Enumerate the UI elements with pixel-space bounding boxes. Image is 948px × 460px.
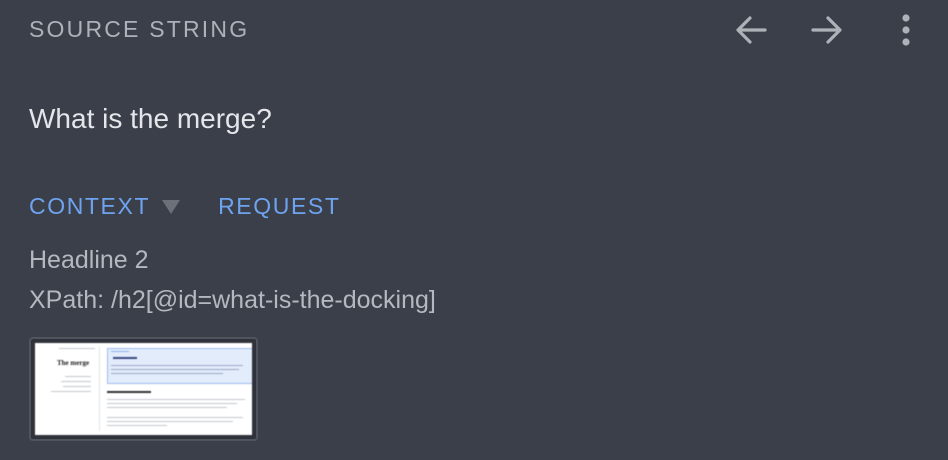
xpath-label: XPath: /h2[@id=what-is-the-docking] bbox=[29, 286, 436, 314]
caret-down-icon[interactable] bbox=[162, 200, 181, 214]
previous-button[interactable] bbox=[729, 8, 773, 52]
more-vertical-icon bbox=[902, 14, 910, 46]
arrow-left-icon bbox=[736, 16, 767, 44]
source-string-text: What is the merge? bbox=[29, 103, 272, 134]
context-tabs: CONTEXT REQUEST bbox=[29, 191, 340, 221]
more-options-button[interactable] bbox=[884, 8, 928, 52]
thumbnail-preview: The merge bbox=[35, 343, 252, 435]
tab-request[interactable]: REQUEST bbox=[218, 191, 340, 221]
thumbnail-heading: The merge bbox=[57, 359, 90, 367]
panel-title: SOURCE STRING bbox=[29, 16, 250, 42]
source-string-panel: SOURCE STRING What is the merge? CONTEXT… bbox=[0, 0, 948, 460]
next-button[interactable] bbox=[805, 8, 849, 52]
context-screenshot-thumbnail[interactable]: The merge bbox=[29, 337, 258, 441]
arrow-right-icon bbox=[811, 16, 842, 44]
element-type-label: Headline 2 bbox=[29, 246, 149, 274]
tab-context[interactable]: CONTEXT bbox=[29, 191, 150, 221]
